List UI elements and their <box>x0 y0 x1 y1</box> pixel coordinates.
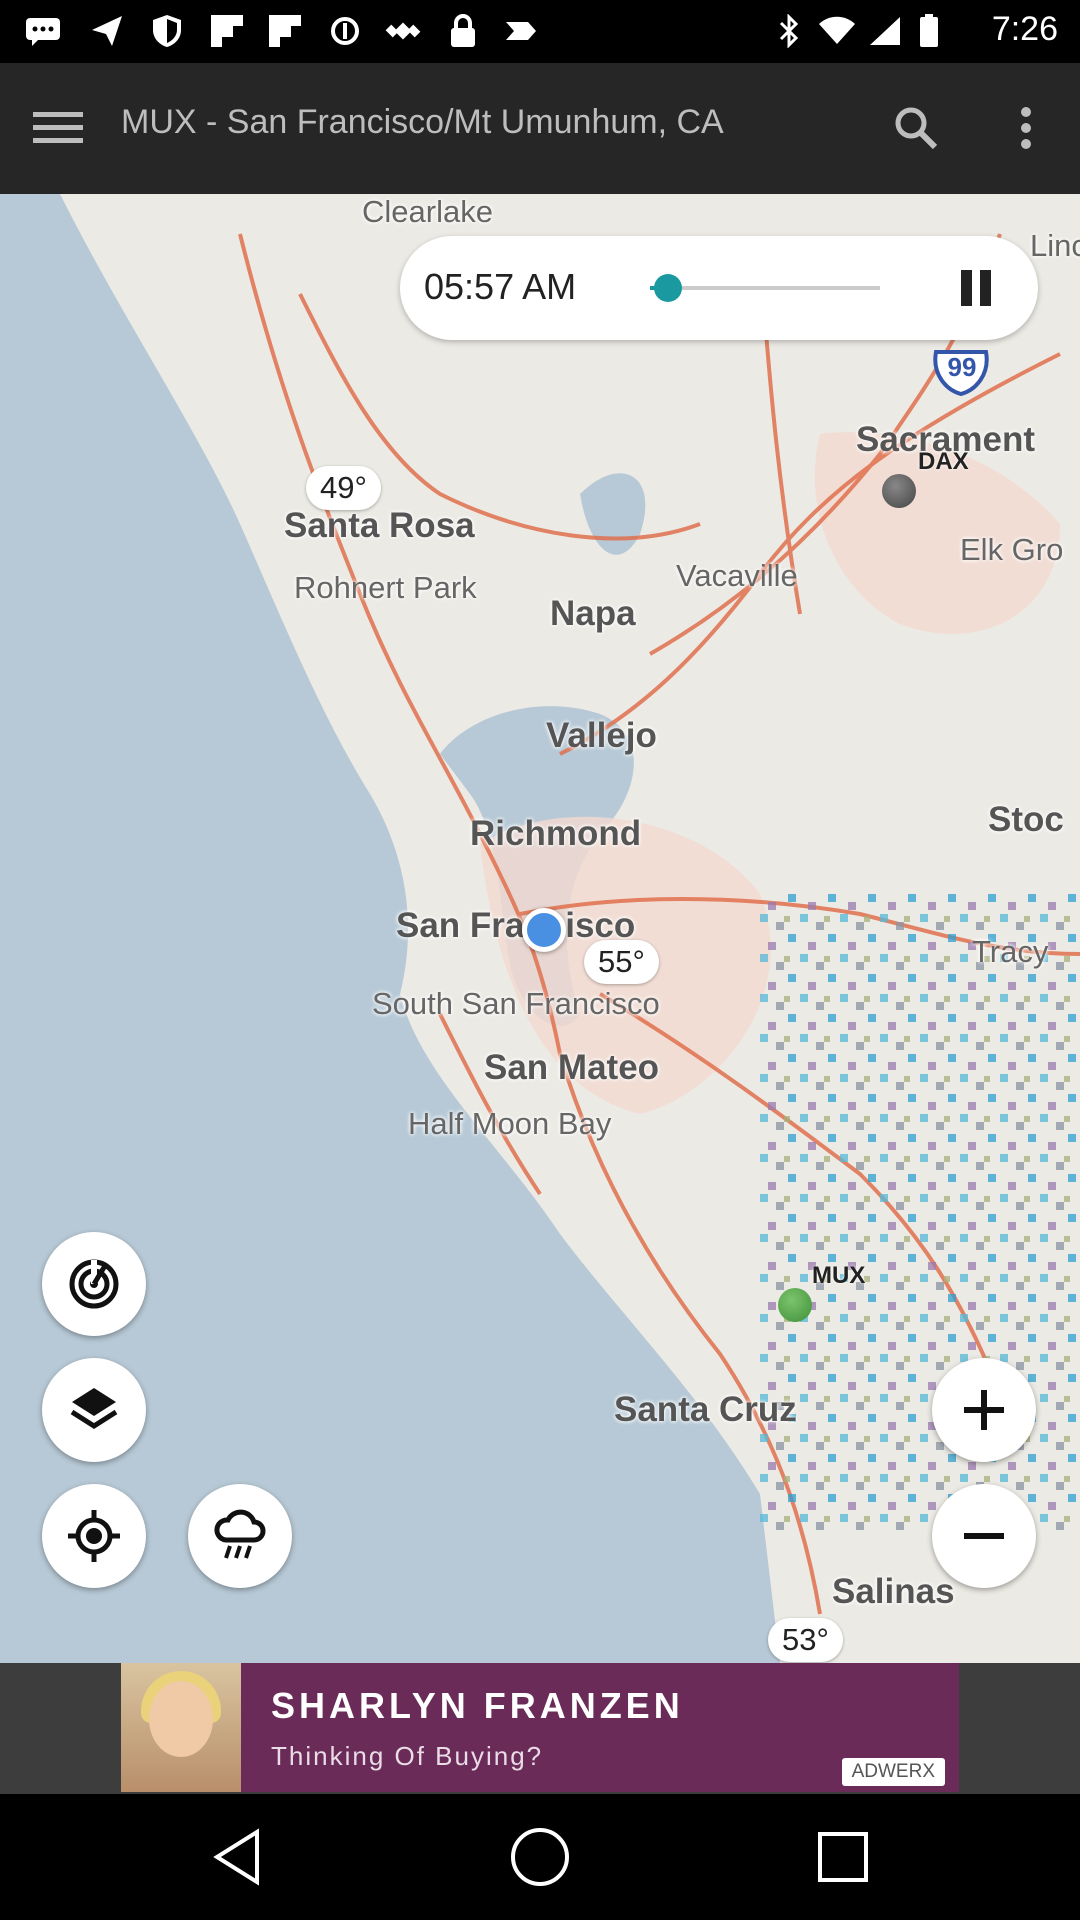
menu-icon[interactable] <box>18 88 98 168</box>
zoom-out-icon[interactable] <box>932 1484 1036 1588</box>
place-label: Elk Gro <box>960 532 1064 567</box>
current-location-dot <box>522 908 566 952</box>
place-label: Napa <box>550 594 636 633</box>
radar-station-marker[interactable] <box>778 1288 812 1322</box>
message-icon <box>24 14 62 48</box>
battery-icon <box>910 14 948 48</box>
place-label: Half Moon Bay <box>408 1106 612 1141</box>
station-label: MUX <box>812 1262 866 1289</box>
clock: 7:26 <box>991 10 1058 48</box>
place-label: Richmond <box>470 814 642 853</box>
location-icon <box>502 14 540 48</box>
layers-icon[interactable] <box>42 1358 146 1462</box>
app-toolbar: MUX - San Francisco/Mt Umunhum, CA <box>0 63 1080 194</box>
shield-icon <box>148 14 186 48</box>
recents-icon[interactable] <box>808 1822 878 1892</box>
place-label: Tracy <box>972 934 1049 969</box>
radar-station-title: MUX - San Francisco/Mt Umunhum, CA <box>121 103 724 141</box>
place-label: Rohnert Park <box>294 570 477 605</box>
ad-brand: ADWERX <box>841 1758 945 1786</box>
flipboard-icon <box>266 14 304 48</box>
temperature-label: 49° <box>306 466 381 510</box>
ad-name: SHARLYN FRANZEN <box>271 1685 684 1726</box>
flipboard-icon <box>208 14 246 48</box>
search-icon[interactable] <box>876 88 956 168</box>
bluetooth-icon <box>770 14 808 48</box>
place-label: Vallejo <box>546 716 657 755</box>
status-bar: 7:26 <box>0 0 1080 63</box>
lock-icon <box>444 14 482 48</box>
signal-icon <box>866 14 904 48</box>
more-vert-icon[interactable] <box>986 88 1066 168</box>
ad-banner[interactable]: SHARLYN FRANZEN Thinking Of Buying? ADWE… <box>121 1663 959 1792</box>
radar-station-marker[interactable] <box>882 474 916 508</box>
wifi-icon <box>818 14 856 48</box>
ad-tagline: Thinking Of Buying? <box>271 1741 544 1771</box>
place-label: Lincoln <box>1030 228 1080 263</box>
playback-slider-thumb[interactable] <box>654 274 683 302</box>
place-label: Clearlake <box>362 194 493 229</box>
temperature-label: 53° <box>768 1618 843 1662</box>
satellite-icon <box>384 14 422 48</box>
sync-icon <box>326 14 364 48</box>
place-label: Stoc <box>988 800 1064 839</box>
place-label: Vacaville <box>676 558 798 593</box>
radar-playback-bar: 05:57 AM <box>400 236 1038 340</box>
place-label: Salinas <box>832 1572 955 1611</box>
station-label: DAX <box>918 448 969 475</box>
temperature-label: 55° <box>584 940 659 984</box>
navigation-bar <box>0 1794 1080 1920</box>
back-icon[interactable] <box>202 1822 272 1892</box>
home-icon[interactable] <box>505 1822 575 1892</box>
send-icon <box>88 14 126 48</box>
pause-icon[interactable] <box>948 260 1004 316</box>
playback-time: 05:57 AM <box>424 266 577 307</box>
radar-map[interactable]: Clearlake Sacrament Elk Gro Santa Rosa R… <box>0 194 1080 1663</box>
zoom-in-icon[interactable] <box>932 1358 1036 1462</box>
place-label: San Mateo <box>484 1048 660 1087</box>
rain-cloud-icon[interactable] <box>188 1484 292 1588</box>
playback-slider[interactable] <box>650 274 880 302</box>
my-location-icon[interactable] <box>42 1484 146 1588</box>
place-label: Santa Cruz <box>614 1390 797 1429</box>
place-label: Santa Rosa <box>284 506 475 545</box>
place-label: South San Francisco <box>372 986 660 1021</box>
highway-number: 99 <box>947 352 977 382</box>
radar-icon[interactable] <box>42 1232 146 1336</box>
ad-photo <box>121 1663 241 1792</box>
